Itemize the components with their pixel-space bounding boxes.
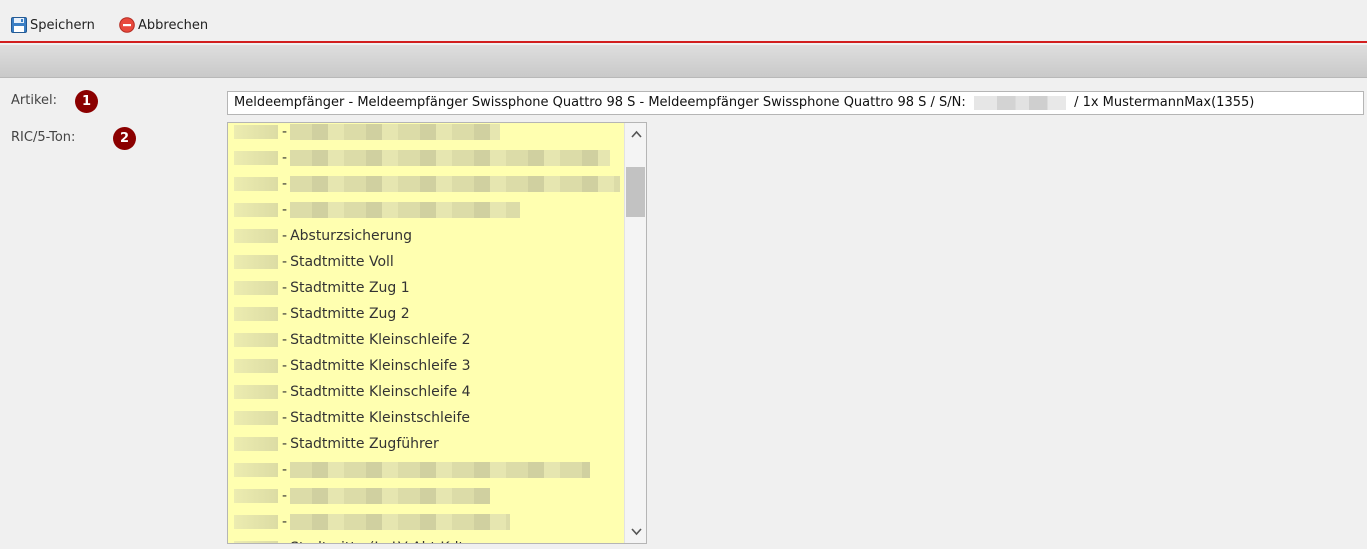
ric-name-redacted xyxy=(290,202,521,218)
ric-code-redacted xyxy=(234,411,278,425)
serial-number-redacted xyxy=(973,95,1066,110)
ric-code-redacted xyxy=(234,255,278,269)
separator-dash: - xyxy=(282,332,288,348)
artikel-step-badge: 1 xyxy=(75,90,98,113)
artikel-label: Artikel: xyxy=(11,93,58,108)
ric-name: Stadtmitte Kleinstschleife xyxy=(290,410,470,426)
toolbar: Speichern Abbrechen xyxy=(0,0,1367,43)
ric-code-redacted xyxy=(234,515,278,529)
separator-dash: - xyxy=(282,462,288,478)
list-item[interactable]: - xyxy=(228,197,624,223)
ric-code-redacted xyxy=(234,151,278,165)
separator-dash: - xyxy=(282,280,288,296)
secondary-toolbar xyxy=(0,45,1367,78)
ric-code-redacted xyxy=(234,229,278,243)
list-item[interactable]: -Stadtmitte (L.-LV Abt.Kdt xyxy=(228,535,624,543)
list-item[interactable]: - Stadtmitte Kleinschleife 4 xyxy=(228,379,624,405)
ric-step-badge: 2 xyxy=(113,127,136,150)
separator-dash: - xyxy=(282,150,288,166)
separator-dash: - xyxy=(282,540,287,543)
separator-dash: - xyxy=(282,228,288,244)
ric-name: Absturzsicherung xyxy=(290,228,413,244)
ric-name: Stadtmitte Zugführer xyxy=(290,436,439,452)
ric-code-redacted xyxy=(234,463,278,477)
ric-name: Stadtmitte Voll xyxy=(290,254,394,270)
separator-dash: - xyxy=(282,410,288,426)
separator-dash: - xyxy=(282,176,288,192)
separator-dash: - xyxy=(282,514,288,530)
list-item[interactable]: - xyxy=(228,509,624,535)
ric-code-redacted xyxy=(234,307,278,321)
chevron-up-icon[interactable] xyxy=(625,125,646,143)
ric-name: Stadtmitte (L.-LV Abt.Kdt xyxy=(290,540,464,543)
list-item[interactable]: - xyxy=(228,171,624,197)
listbox-scrollbar[interactable] xyxy=(624,123,646,543)
list-item[interactable]: - Stadtmitte Kleinschleife 3 xyxy=(228,353,624,379)
list-item[interactable]: - Stadtmitte Kleinstschleife xyxy=(228,405,624,431)
ric-code-redacted xyxy=(234,489,278,503)
floppy-disk-icon xyxy=(11,17,27,33)
ric-code-redacted xyxy=(234,437,278,451)
ric-label: RIC/5-Ton: xyxy=(11,130,76,145)
save-button[interactable]: Speichern xyxy=(11,15,95,35)
separator-dash: - xyxy=(282,436,288,452)
artikel-value-prefix: Meldeempfänger - Meldeempfänger Swisspho… xyxy=(234,95,966,110)
list-item[interactable]: - xyxy=(228,123,624,145)
red-circle-minus-icon xyxy=(119,17,135,33)
list-item[interactable]: - xyxy=(228,145,624,171)
list-item[interactable]: - Stadtmitte Zugführer xyxy=(228,431,624,457)
cancel-button-label: Abbrechen xyxy=(138,17,209,33)
separator-dash: - xyxy=(282,488,288,504)
ric-code-redacted xyxy=(234,385,278,399)
ric-name-redacted xyxy=(290,150,611,166)
artikel-value-suffix: / 1x MustermannMax(1355) xyxy=(1074,95,1255,110)
separator-dash: - xyxy=(282,254,288,270)
ric-name-redacted xyxy=(290,124,501,140)
list-item[interactable]: - Stadtmitte Zug 1 xyxy=(228,275,624,301)
ric-name-redacted xyxy=(290,488,491,504)
list-item[interactable]: - xyxy=(228,483,624,509)
ric-code-redacted xyxy=(234,541,278,543)
scrollbar-thumb[interactable] xyxy=(626,167,645,217)
ric-listbox[interactable]: - - - - - Absturzsicherung - Stadtmitte Voll - St… xyxy=(227,122,647,544)
ric-name-redacted xyxy=(290,176,621,192)
ric-code-redacted xyxy=(234,333,278,347)
ric-name-redacted xyxy=(290,514,511,530)
artikel-field[interactable]: Meldeempfänger - Meldeempfänger Swisspho… xyxy=(227,91,1364,115)
separator-dash: - xyxy=(282,358,288,374)
save-button-label: Speichern xyxy=(30,17,95,33)
list-item[interactable]: - Stadtmitte Voll xyxy=(228,249,624,275)
ric-name-redacted xyxy=(290,462,591,478)
cancel-button[interactable]: Abbrechen xyxy=(119,15,208,35)
list-item[interactable]: - Absturzsicherung xyxy=(228,223,624,249)
separator-dash: - xyxy=(282,384,288,400)
ric-code-redacted xyxy=(234,203,278,217)
separator-dash: - xyxy=(282,202,288,218)
list-item[interactable]: - Stadtmitte Zug 2 xyxy=(228,301,624,327)
ric-code-redacted xyxy=(234,177,278,191)
ric-code-redacted xyxy=(234,281,278,295)
list-item[interactable]: - xyxy=(228,457,624,483)
ric-list: - - - - - Absturzsicherung - Stadtmitte Voll - St… xyxy=(228,123,624,543)
chevron-down-icon[interactable] xyxy=(625,523,646,541)
separator-dash: - xyxy=(282,306,288,322)
ric-name: Stadtmitte Kleinschleife 3 xyxy=(290,358,471,374)
ric-name: Stadtmitte Kleinschleife 2 xyxy=(290,332,471,348)
ric-code-redacted xyxy=(234,359,278,373)
ric-name: Stadtmitte Zug 2 xyxy=(290,306,410,322)
ric-name: Stadtmitte Zug 1 xyxy=(290,280,410,296)
list-item[interactable]: - Stadtmitte Kleinschleife 2 xyxy=(228,327,624,353)
ric-name: Stadtmitte Kleinschleife 4 xyxy=(290,384,471,400)
ric-code-redacted xyxy=(234,125,278,139)
separator-dash: - xyxy=(282,124,288,140)
